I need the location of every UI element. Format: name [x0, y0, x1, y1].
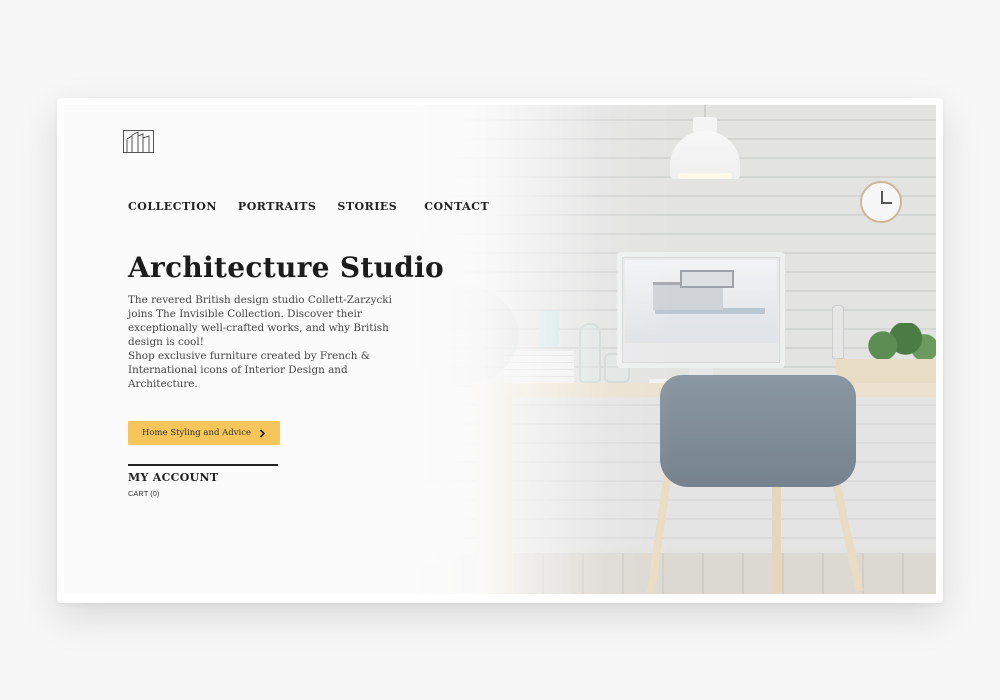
chevron-right-icon: [259, 428, 266, 438]
building-columns-icon[interactable]: [123, 130, 154, 153]
nav-item-collection[interactable]: COLLECTION: [128, 200, 217, 213]
page-title: Architecture Studio: [128, 251, 445, 284]
shop-paragraph: Shop exclusive furniture created by Fren…: [128, 350, 370, 390]
home-styling-button[interactable]: Home Styling and Advice: [128, 421, 280, 445]
account-divider: [128, 464, 278, 466]
home-styling-button-label: Home Styling and Advice: [142, 428, 251, 438]
nav-item-stories[interactable]: STORIES: [337, 200, 397, 213]
my-account-link[interactable]: MY ACCOUNT: [128, 471, 218, 484]
intro-paragraph: The revered British design studio Collet…: [128, 294, 392, 348]
landing-card: COLLECTION PORTRAITS STORIES CONTACT Arc…: [57, 98, 943, 603]
cart-link[interactable]: CART (0): [128, 489, 159, 498]
main-nav: COLLECTION PORTRAITS STORIES CONTACT: [128, 200, 510, 213]
nav-item-portraits[interactable]: PORTRAITS: [238, 200, 316, 213]
nav-item-contact[interactable]: CONTACT: [424, 200, 489, 213]
hero-section: COLLECTION PORTRAITS STORIES CONTACT Arc…: [64, 105, 936, 594]
